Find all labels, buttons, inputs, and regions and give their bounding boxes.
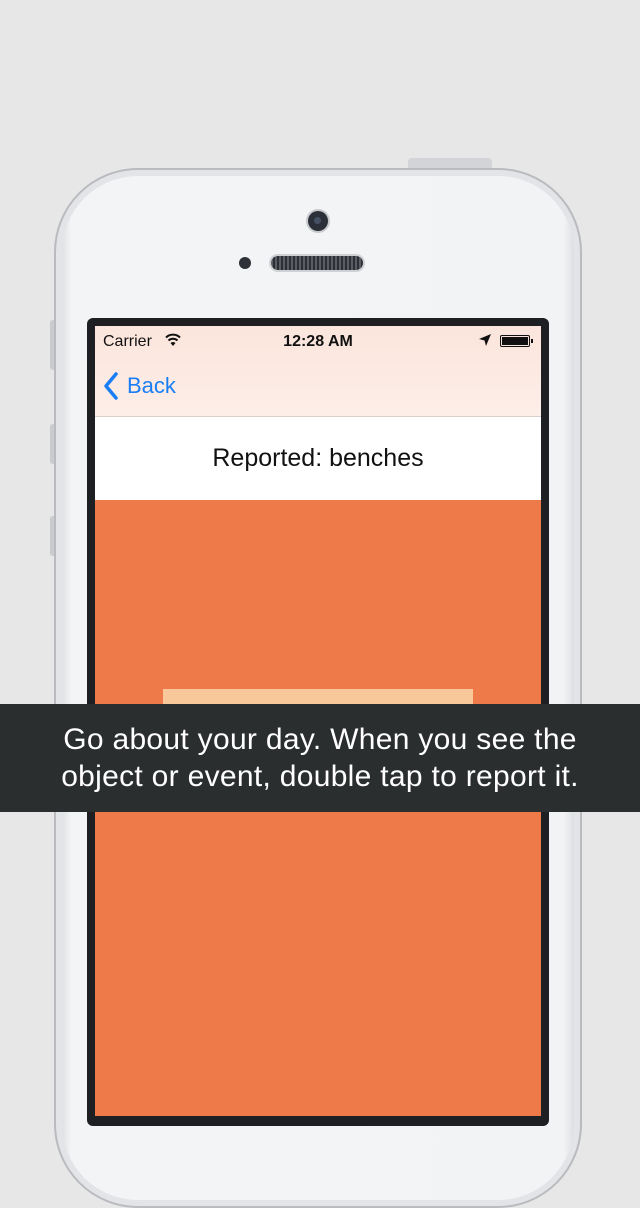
battery-icon (500, 335, 533, 347)
chevron-left-icon (104, 372, 118, 400)
status-time: 12:28 AM (283, 333, 353, 350)
instruction-line-2: object or event, double tap to report it… (61, 760, 579, 793)
report-title: Reported: benches (212, 444, 424, 472)
instruction-overlay: Go about your day. When you see the obje… (0, 704, 640, 812)
earpiece-speaker (271, 256, 363, 270)
location-arrow-icon (479, 334, 491, 346)
report-title-bar: Reported: benches (95, 417, 541, 500)
back-button[interactable]: Back (103, 370, 176, 402)
power-button (408, 158, 492, 168)
navigation-bar: Carrier 12:28 AM Back (95, 326, 541, 417)
instruction-line-1: Go about your day. When you see the (63, 723, 577, 756)
front-camera (308, 211, 328, 231)
proximity-sensor (239, 257, 251, 269)
status-bar: Carrier 12:28 AM (95, 326, 541, 356)
back-label: Back (127, 373, 176, 398)
